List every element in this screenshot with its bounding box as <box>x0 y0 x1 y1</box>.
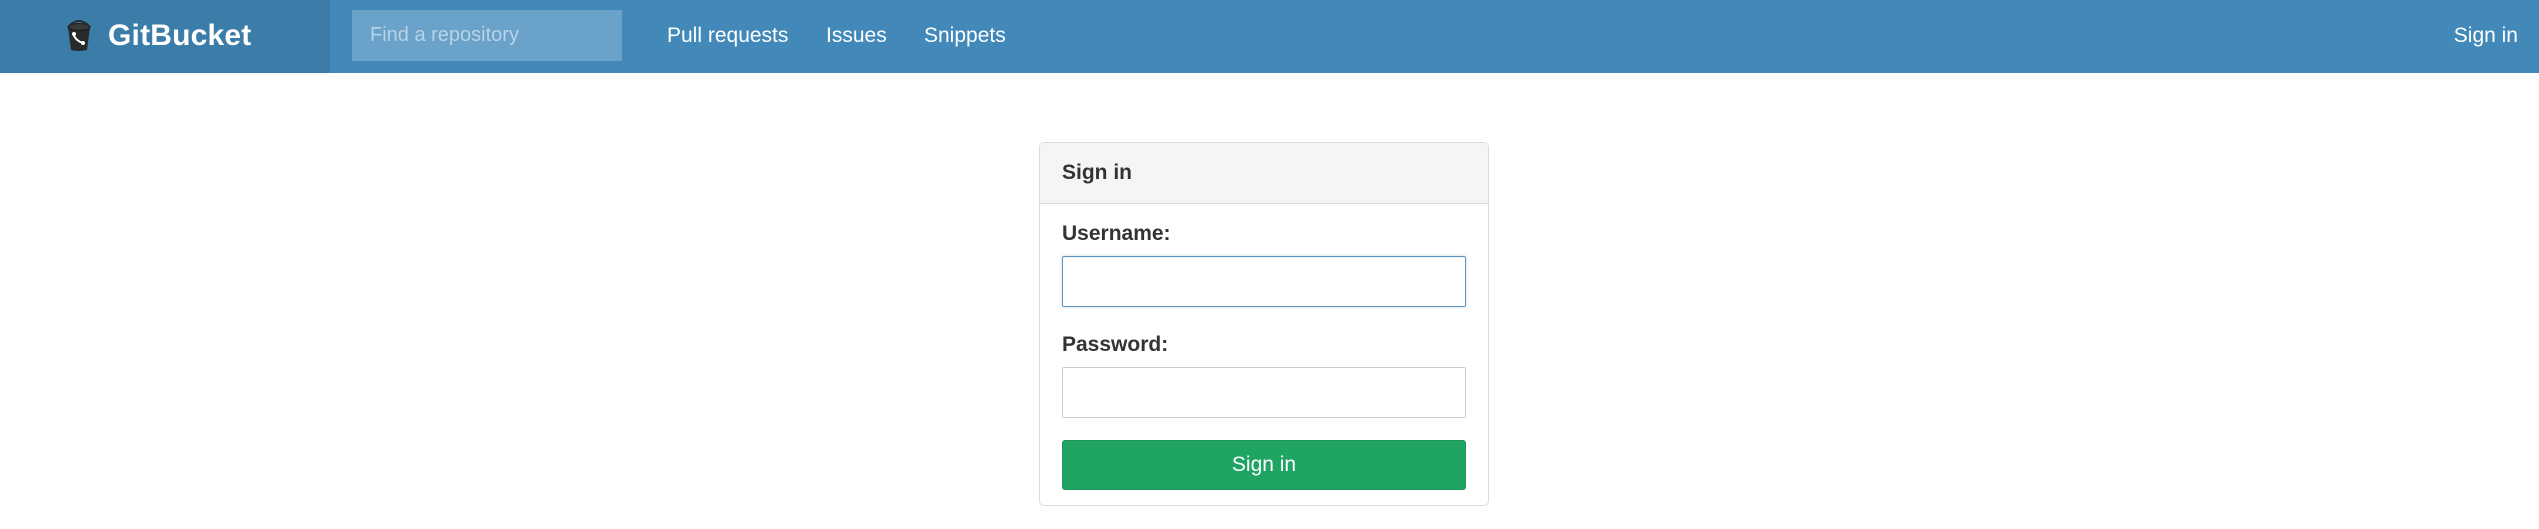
brand-home-link[interactable]: GitBucket <box>62 16 252 56</box>
username-label: Username: <box>1062 222 1171 245</box>
nav-issues-link[interactable]: Issues <box>826 22 887 50</box>
bucket-logo-icon <box>62 19 96 53</box>
password-field[interactable] <box>1062 367 1466 418</box>
nav-pull-requests-link[interactable]: Pull requests <box>667 22 788 50</box>
brand-area: GitBucket <box>0 0 330 73</box>
brand-name: GitBucket <box>108 19 252 52</box>
sign-in-panel: Sign in Username: Password: Sign in <box>1039 142 1489 506</box>
header-sign-in-link[interactable]: Sign in <box>2454 22 2518 50</box>
repository-search-input[interactable] <box>352 10 622 61</box>
sign-in-panel-title: Sign in <box>1040 143 1488 204</box>
nav-snippets-link[interactable]: Snippets <box>924 22 1006 50</box>
username-field[interactable] <box>1062 256 1466 307</box>
top-navbar: GitBucket Pull requests Issues Snippets … <box>0 0 2539 73</box>
password-label: Password: <box>1062 333 1169 356</box>
sign-in-button[interactable]: Sign in <box>1062 440 1466 490</box>
